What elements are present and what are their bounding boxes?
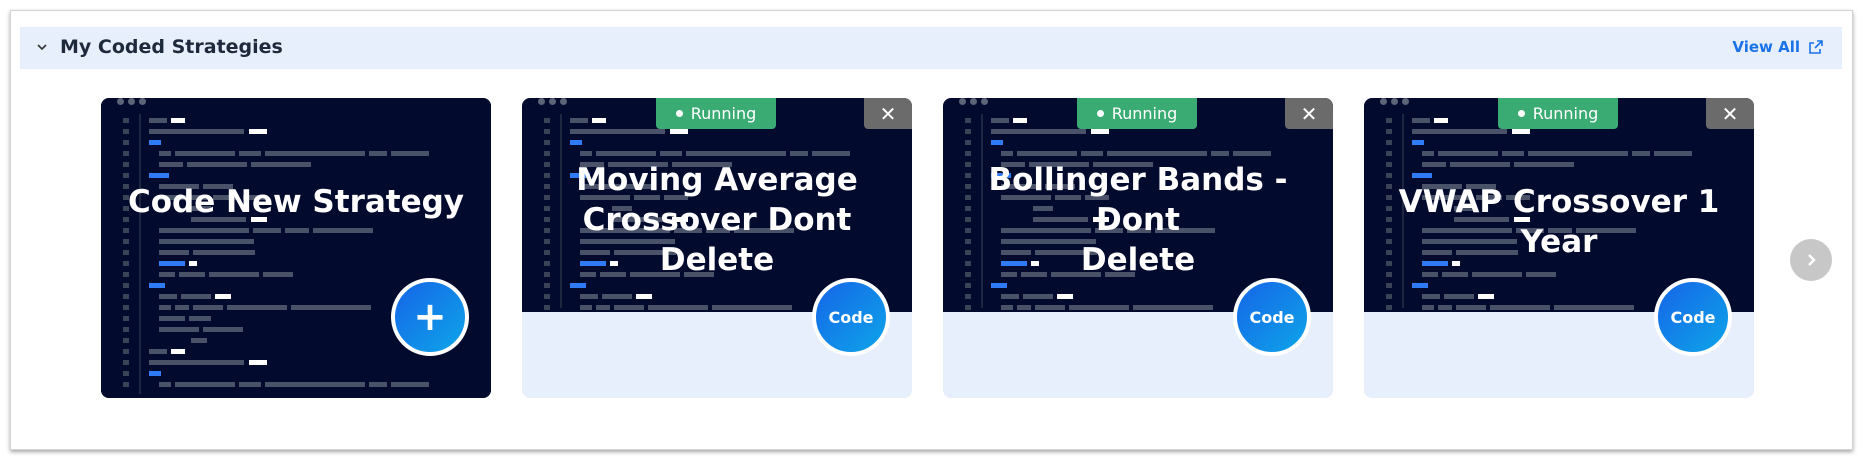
status-badge: Running xyxy=(656,98,776,129)
strategy-title: Moving Average Crossover Dont Delete xyxy=(532,160,902,280)
section-title: My Coded Strategies xyxy=(60,36,283,58)
close-icon[interactable]: ✕ xyxy=(864,98,912,129)
section-header: My Coded Strategies View All xyxy=(20,27,1842,69)
window-dots xyxy=(538,98,567,105)
status-badge: Running xyxy=(1077,98,1197,129)
window-dots xyxy=(117,98,146,105)
strategy-title-line1: Moving Average xyxy=(576,162,858,198)
external-link-icon xyxy=(1809,40,1823,54)
strategy-title-line1: Bollinger Bands - Dont xyxy=(988,162,1288,238)
plus-icon[interactable]: + xyxy=(391,278,469,356)
view-all-label: View All xyxy=(1732,38,1800,56)
window-dots xyxy=(1380,98,1409,105)
window-dots xyxy=(959,98,988,105)
strategy-title-line2: Delete xyxy=(1080,242,1196,278)
strategy-card[interactable]: Running ✕ VWAP Crossover 1 Year Code xyxy=(1364,98,1754,398)
chevron-right-icon[interactable] xyxy=(1790,239,1832,281)
strategy-card[interactable]: Running ✕ Bollinger Bands - Dont Delete … xyxy=(943,98,1333,398)
code-button[interactable]: Code xyxy=(1233,278,1311,356)
status-label: Running xyxy=(1111,104,1178,123)
status-dot xyxy=(1096,110,1104,117)
chevron-down-icon[interactable] xyxy=(34,39,50,55)
status-dot xyxy=(1517,110,1525,117)
code-button[interactable]: Code xyxy=(1654,278,1732,356)
code-button[interactable]: Code xyxy=(812,278,890,356)
close-icon[interactable]: ✕ xyxy=(1706,98,1754,129)
strategies-panel: My Coded Strategies View All Code New St… xyxy=(10,10,1853,450)
status-badge: Running xyxy=(1498,98,1618,129)
strategy-title-line1: VWAP Crossover 1 Year xyxy=(1398,184,1720,260)
strategy-title: Bollinger Bands - Dont Delete xyxy=(953,160,1323,280)
status-label: Running xyxy=(1532,104,1599,123)
view-all-link[interactable]: View All xyxy=(1732,38,1824,56)
status-dot xyxy=(675,110,683,117)
new-strategy-title: Code New Strategy xyxy=(127,184,465,220)
new-strategy-card[interactable]: Code New Strategy + xyxy=(101,98,491,398)
strategy-title-line2: Crossover Dont Delete xyxy=(582,202,852,278)
status-label: Running xyxy=(690,104,757,123)
close-icon[interactable]: ✕ xyxy=(1285,98,1333,129)
strategy-title: VWAP Crossover 1 Year xyxy=(1374,182,1744,262)
strategy-card[interactable]: Running ✕ Moving Average Crossover Dont … xyxy=(522,98,912,398)
